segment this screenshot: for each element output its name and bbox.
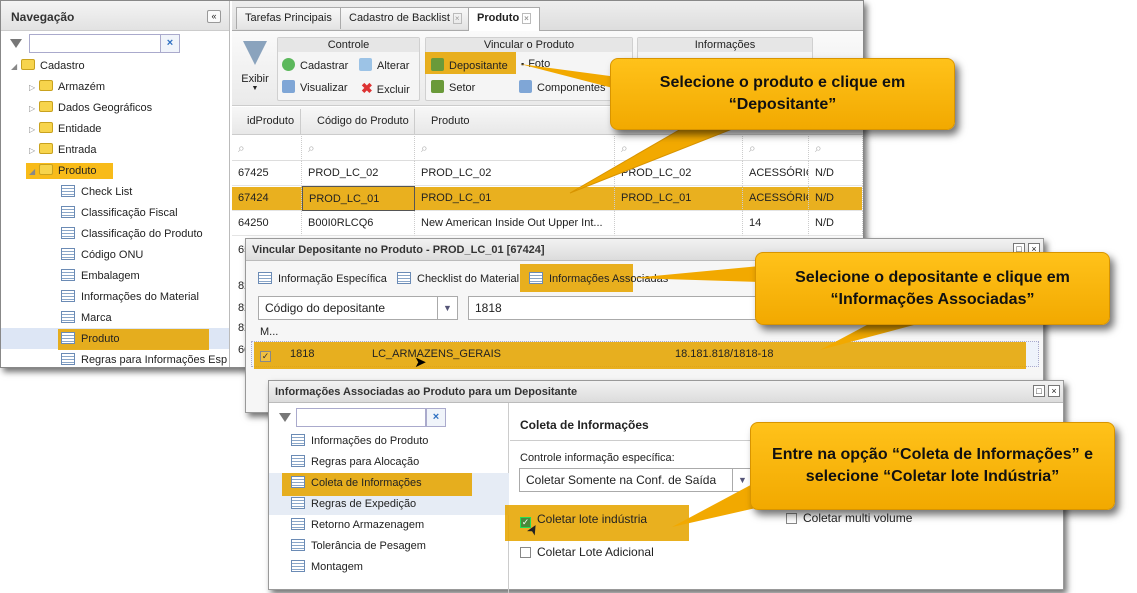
callout-3: Entre na opção “Coleta de Informações” e… <box>750 422 1115 510</box>
callout-2: Selecione o depositante e clique em “Inf… <box>755 252 1110 325</box>
callout-1: Selecione o produto e clique em “Deposit… <box>610 58 955 130</box>
callout-2-pointer-tab <box>632 266 760 282</box>
